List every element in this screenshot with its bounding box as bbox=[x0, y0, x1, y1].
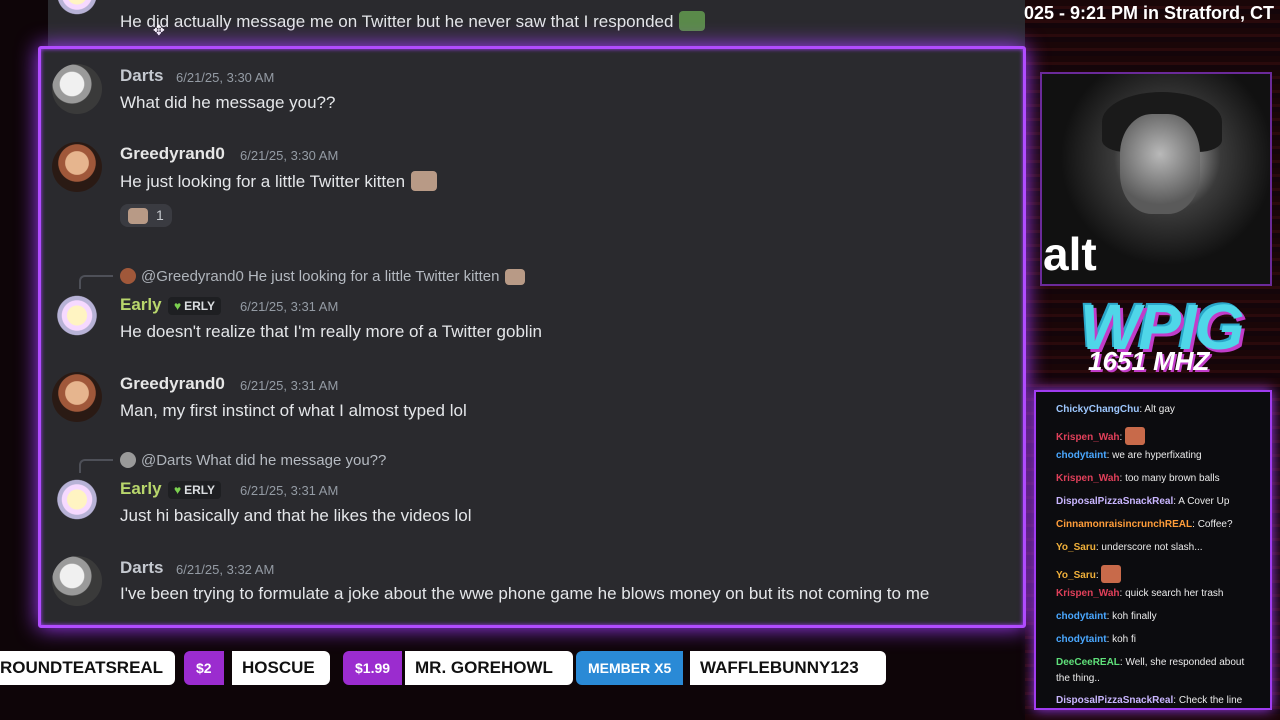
cursor-icon: ✥ bbox=[153, 22, 165, 38]
reaction-button[interactable]: 1 bbox=[120, 204, 172, 227]
webcam-face bbox=[1120, 114, 1200, 214]
chat-text: too many brown balls bbox=[1125, 473, 1220, 484]
message-text: He did actually message me on Twitter bu… bbox=[120, 11, 706, 32]
chat-username[interactable]: DisposalPizzaSnackReal bbox=[1056, 496, 1173, 507]
kitten-emoji-icon bbox=[128, 208, 148, 224]
message-text: I've been trying to formulate a joke abo… bbox=[120, 584, 930, 603]
chat-username[interactable]: chodytaint bbox=[1056, 450, 1107, 461]
timestamp: 6/21/25, 3:30 AM bbox=[240, 148, 339, 163]
chat-username[interactable]: chodytaint bbox=[1056, 634, 1107, 645]
role-badge[interactable]: ♥ ERLY bbox=[168, 297, 222, 315]
chat-text: koh fi bbox=[1112, 634, 1137, 645]
avatar[interactable] bbox=[52, 142, 102, 192]
ticker-item: WAFFLEBUNNY123 bbox=[690, 651, 886, 685]
author-name[interactable]: Darts bbox=[120, 66, 163, 86]
ticker-item: HOSCUE bbox=[232, 651, 330, 685]
chat-message: the thing.. bbox=[1056, 673, 1100, 684]
author-name[interactable]: Early bbox=[120, 479, 162, 499]
timestamp: 6/21/25, 3:31 AM bbox=[240, 483, 339, 498]
chat-message: chodytaint: we are hyperfixating bbox=[1056, 450, 1202, 461]
timestamp: 6/21/25, 3:31 AM bbox=[240, 299, 339, 314]
chat-text: Check the line bbox=[1178, 695, 1243, 706]
discord-chat-panel: Darts 6/21/25, 3:30 AM What did he messa… bbox=[38, 46, 1026, 628]
role-badge[interactable]: ♥ ERLY bbox=[168, 481, 222, 499]
chat-username[interactable]: Yo_Saru bbox=[1056, 570, 1096, 581]
chat-username[interactable]: Yo_Saru bbox=[1056, 542, 1096, 553]
message-text: Man, my first instinct of what I almost … bbox=[120, 401, 467, 420]
chat-message: DisposalPizzaSnackReal: Check the line bbox=[1056, 695, 1243, 706]
avatar[interactable] bbox=[52, 0, 102, 22]
chat-message: Krispen_Wah: too many brown balls bbox=[1056, 473, 1220, 484]
kitten-emoji-icon bbox=[411, 171, 438, 191]
chat-username[interactable]: ChickyChangChu bbox=[1056, 404, 1139, 415]
chat-text: quick search her trash bbox=[1125, 588, 1224, 599]
chat-message: Yo_Saru: bbox=[1056, 565, 1122, 583]
chat-text: Coffee? bbox=[1197, 519, 1233, 530]
ticker-item: ROUNDTEATSREAL bbox=[0, 651, 175, 685]
chat-message: CinnamonraisincrunchREAL: Coffee? bbox=[1056, 519, 1233, 530]
chat-text: underscore not slash... bbox=[1101, 542, 1203, 553]
discord-top-strip: He did actually message me on Twitter bu… bbox=[48, 0, 1025, 48]
chat-message: Krispen_Wah: quick search her trash bbox=[1056, 588, 1224, 599]
chat-username[interactable]: Krispen_Wah bbox=[1056, 473, 1120, 484]
avatar[interactable] bbox=[52, 64, 102, 114]
reaction-count: 1 bbox=[156, 207, 164, 223]
chat-username[interactable]: Krispen_Wah bbox=[1056, 432, 1120, 443]
ticker-tag: $1.99 bbox=[343, 651, 403, 685]
message-text: What did he message you?? bbox=[120, 93, 336, 112]
message-text: Just hi basically and that he likes the … bbox=[120, 506, 472, 525]
chat-username[interactable]: DeeCeeREAL bbox=[1056, 657, 1120, 668]
author-name[interactable]: Darts bbox=[120, 558, 163, 578]
chat-text: the thing.. bbox=[1056, 673, 1100, 684]
chat-text: Alt gay bbox=[1144, 404, 1175, 415]
avatar[interactable] bbox=[52, 372, 102, 422]
avatar[interactable] bbox=[52, 293, 102, 343]
timestamp: 6/21/25, 3:32 AM bbox=[176, 562, 275, 577]
chat-text: A Cover Up bbox=[1178, 496, 1230, 507]
heart-icon: ♥ bbox=[174, 483, 182, 497]
avatar bbox=[120, 268, 136, 284]
reply-connector bbox=[79, 275, 113, 289]
avatar bbox=[120, 452, 136, 468]
chat-message: DisposalPizzaSnackReal: A Cover Up bbox=[1056, 496, 1230, 507]
avatar[interactable] bbox=[52, 556, 102, 606]
chat-text: koh finally bbox=[1112, 611, 1157, 622]
chat-message: DeeCeeREAL: Well, she responded about bbox=[1056, 657, 1245, 668]
kitten-emoji-icon bbox=[505, 269, 526, 285]
author-name[interactable]: Early bbox=[120, 295, 162, 315]
reply-preview[interactable]: @Darts What did he message you?? bbox=[120, 452, 386, 469]
chat-message: chodytaint: koh finally bbox=[1056, 611, 1157, 622]
avatar[interactable] bbox=[52, 477, 102, 527]
reply-connector bbox=[79, 459, 113, 473]
chat-message: Krispen_Wah: bbox=[1056, 427, 1146, 445]
station-frequency: 1651 MHZ bbox=[1088, 346, 1210, 376]
ticker-item: MR. GOREHOWL bbox=[405, 651, 573, 685]
timestamp: 6/21/25, 3:31 AM bbox=[240, 378, 339, 393]
stream-chat: ChickyChangChu: Alt gay Krispen_Wah: chod… bbox=[1034, 390, 1272, 710]
chat-username[interactable]: DisposalPizzaSnackReal bbox=[1056, 695, 1173, 706]
chat-message: chodytaint: koh fi bbox=[1056, 634, 1137, 645]
emoji-icon bbox=[679, 11, 706, 31]
heart-icon: ♥ bbox=[174, 299, 182, 313]
ticker-tag: $2 bbox=[184, 651, 224, 685]
reply-preview[interactable]: @Greedyrand0 He just looking for a littl… bbox=[120, 268, 526, 285]
chat-text: Well, she responded about bbox=[1125, 657, 1245, 668]
chat-emote-icon bbox=[1101, 565, 1122, 583]
timestamp: 6/21/25, 3:30 AM bbox=[176, 70, 275, 85]
chat-username[interactable]: chodytaint bbox=[1056, 611, 1107, 622]
author-name[interactable]: Greedyrand0 bbox=[120, 374, 225, 394]
message-text: He doesn't realize that I'm really more … bbox=[120, 322, 542, 341]
chat-message: Yo_Saru: underscore not slash... bbox=[1056, 542, 1203, 553]
author-name[interactable]: Greedyrand0 bbox=[120, 144, 225, 164]
chat-emote-icon bbox=[1125, 427, 1146, 445]
ticker-tag: MEMBER X5 bbox=[576, 651, 684, 685]
chat-message: ChickyChangChu: Alt gay bbox=[1056, 404, 1175, 415]
chat-username[interactable]: Krispen_Wah bbox=[1056, 588, 1120, 599]
chat-username[interactable]: CinnamonraisincrunchREAL bbox=[1056, 519, 1192, 530]
clock-overlay: 025 - 9:21 PM in Stratford, CT bbox=[1024, 3, 1275, 23]
alt-label: alt bbox=[1043, 228, 1097, 280]
message-text: He just looking for a little Twitter kit… bbox=[120, 171, 438, 192]
chat-text: we are hyperfixating bbox=[1112, 450, 1202, 461]
